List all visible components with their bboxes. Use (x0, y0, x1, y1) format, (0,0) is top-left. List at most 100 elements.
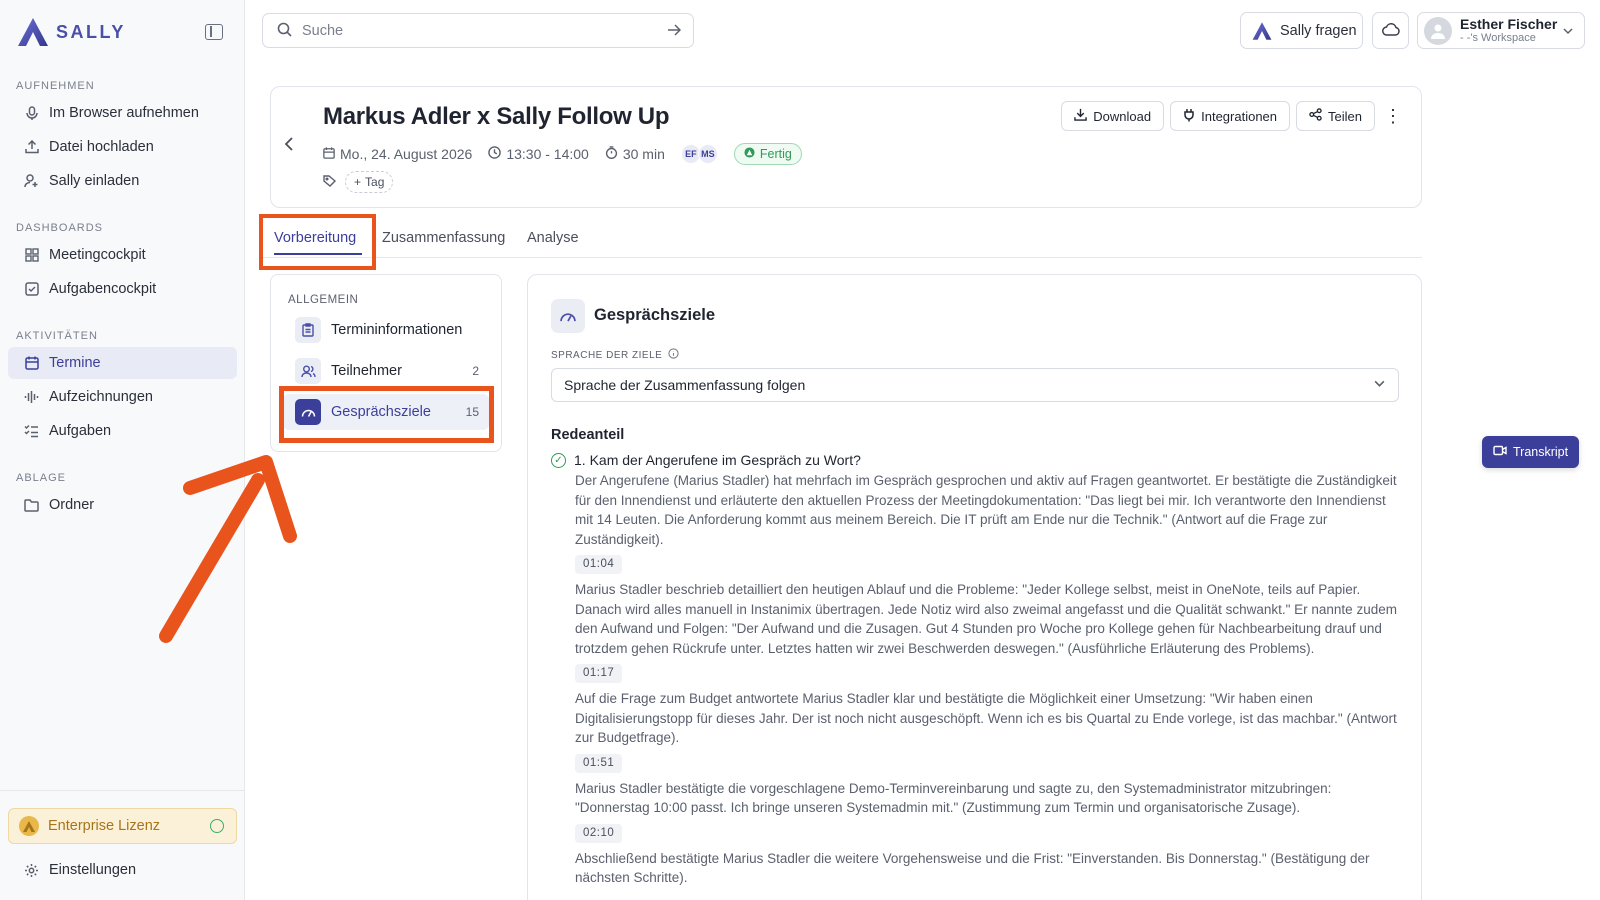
meeting-header-card: Markus Adler x Sally Follow Up Mo., 24. … (270, 86, 1422, 208)
video-camera-icon (1493, 445, 1507, 459)
user-plus-icon (24, 174, 39, 189)
enterprise-license-label: Enterprise Lizenz (48, 818, 161, 834)
section-title-storage: ABLAGE (16, 472, 67, 484)
goals-language-label: SPRACHE DER ZIELE (551, 348, 679, 362)
transcript-button[interactable]: Transkript (1482, 436, 1579, 468)
gauge-icon (551, 299, 585, 333)
enterprise-license-badge[interactable]: Enterprise Lizenz (8, 808, 237, 844)
sidebar-item-appointments[interactable]: Termine (8, 347, 237, 379)
meeting-time: 13:30 - 14:00 (488, 146, 589, 162)
sidebar-item-label: Ordner (49, 497, 95, 513)
meeting-date-text: Mo., 24. August 2026 (340, 146, 473, 162)
plug-icon (1183, 108, 1195, 125)
sidebar-item-label: Aufzeichnungen (49, 389, 153, 405)
panel-section-title: ALLGEMEIN (288, 294, 359, 306)
integrations-label: Integrationen (1201, 108, 1278, 124)
timestamp-badge[interactable]: 01:17 (575, 664, 623, 683)
shield-check-icon (210, 819, 224, 833)
info-icon[interactable] (668, 348, 679, 362)
goals-language-select[interactable]: Sprache der Zusammenfassung folgen (551, 368, 1399, 402)
sally-logo-icon (18, 18, 48, 46)
integrations-button[interactable]: Integrationen (1170, 101, 1291, 131)
tab-analyse[interactable]: Analyse (527, 230, 579, 246)
timestamp-badge[interactable]: 01:51 (575, 753, 623, 773)
more-options-icon[interactable]: ⋮ (1381, 101, 1405, 131)
avatar (1424, 16, 1452, 45)
tab-bar: Vorbereitung Zusammenfassung Analyse (262, 222, 1422, 258)
sidebar-item-label: Einstellungen (49, 862, 137, 878)
sidebar-item-label: Im Browser aufnehmen (49, 105, 199, 121)
add-tag-label: Tag (365, 175, 385, 189)
participant-avatars[interactable]: EF MS (680, 144, 718, 164)
sidebar-item-meetingcockpit[interactable]: Meetingcockpit (8, 239, 237, 271)
task-list-icon (24, 424, 39, 439)
sidebar-item-upload[interactable]: Datei hochladen (8, 131, 237, 163)
section-title-dashboards: DASHBOARDS (16, 222, 104, 234)
sidebar-item-browser-record[interactable]: Im Browser aufnehmen (8, 97, 237, 129)
section-title-activities: AKTIVITÄTEN (16, 330, 98, 342)
share-label: Teilen (1328, 108, 1362, 124)
calendar-icon (323, 146, 335, 162)
meeting-duration: 30 min (605, 146, 665, 162)
timestamp-badge[interactable]: 01:04 (575, 555, 623, 574)
license-coin-icon (19, 816, 39, 836)
answer-text: Abschließend bestätigte Marius Stadler d… (575, 850, 1370, 886)
tab-zusammenfassung[interactable]: Zusammenfassung (382, 230, 505, 246)
upload-icon (24, 140, 39, 155)
nav-item-label: Termininformationen (331, 322, 463, 338)
goal-section-title: Redeanteil (551, 427, 625, 443)
search-bar[interactable] (262, 13, 694, 48)
answer-text: Marius Stadler beschrieb detailliert den… (575, 582, 1397, 656)
cloud-sync-button[interactable] (1372, 12, 1409, 49)
answer-text: Marius Stadler bestätigte die vorgeschla… (575, 780, 1332, 816)
nav-item-label: Teilnehmer (331, 363, 402, 379)
search-input[interactable] (302, 22, 642, 39)
timestamp-badge[interactable]: 02:10 (575, 823, 623, 843)
goal-question: ✓ 1. Kam der Angerufene im Gespräch zu W… (551, 452, 861, 468)
answer-text: Der Angerufene (Marius Stadler) hat mehr… (575, 473, 1397, 547)
sidebar-item-invite[interactable]: Sally einladen (8, 165, 237, 197)
logo[interactable]: SALLY (16, 16, 126, 48)
user-menu[interactable]: Esther Fischer - -'s Workspace (1417, 12, 1585, 49)
header-actions: Download Integrationen Teilen ⋮ (1061, 101, 1405, 131)
arrow-right-icon[interactable] (667, 23, 682, 41)
chevron-down-icon (1373, 377, 1386, 393)
grid-icon (24, 248, 39, 263)
users-icon (295, 358, 321, 384)
sidebar-item-label: Termine (49, 355, 101, 371)
meeting-duration-text: 30 min (622, 146, 665, 162)
back-chevron-icon[interactable] (283, 135, 295, 158)
waveform-icon (24, 390, 39, 405)
folder-icon (24, 498, 39, 513)
highlight-box-tab (259, 214, 376, 270)
goal-question-text: 1. Kam der Angerufene im Gespräch zu Wor… (574, 452, 861, 468)
sidebar-item-settings[interactable]: Einstellungen (8, 854, 237, 886)
sidebar-item-label: Datei hochladen (49, 139, 154, 155)
highlight-box-goals (279, 386, 494, 443)
nav-item-count: 2 (472, 364, 479, 378)
stopwatch-icon (605, 146, 618, 162)
logo-text: SALLY (56, 21, 126, 42)
sidebar-item-taskcockpit[interactable]: Aufgabencockpit (8, 273, 237, 305)
download-icon (1074, 108, 1088, 124)
sidebar-collapse-icon[interactable] (205, 24, 223, 40)
nav-item-appointment-info[interactable]: Termininformationen (283, 312, 489, 348)
plus-icon: + (354, 175, 362, 189)
ask-sally-button[interactable]: Sally fragen (1240, 12, 1363, 49)
goals-language-label-text: SPRACHE DER ZIELE (551, 349, 663, 361)
goals-panel: Gesprächsziele SPRACHE DER ZIELE Sprache… (527, 274, 1422, 900)
clipboard-icon (295, 317, 321, 343)
sidebar-item-recordings[interactable]: Aufzeichnungen (8, 381, 237, 413)
calendar-icon (24, 356, 39, 371)
gear-icon (24, 863, 39, 878)
share-button[interactable]: Teilen (1296, 101, 1375, 131)
add-tag-button[interactable]: + Tag (345, 171, 394, 193)
download-button[interactable]: Download (1061, 101, 1165, 131)
chevron-down-icon (1562, 24, 1574, 40)
participant-initials: MS (697, 144, 718, 164)
search-icon (277, 22, 292, 40)
meeting-meta: Mo., 24. August 2026 13:30 - 14:00 30 mi… (323, 143, 802, 165)
tag-row: + Tag (323, 171, 394, 193)
nav-item-participants[interactable]: Teilnehmer 2 (283, 353, 489, 389)
meeting-date: Mo., 24. August 2026 (323, 146, 472, 162)
